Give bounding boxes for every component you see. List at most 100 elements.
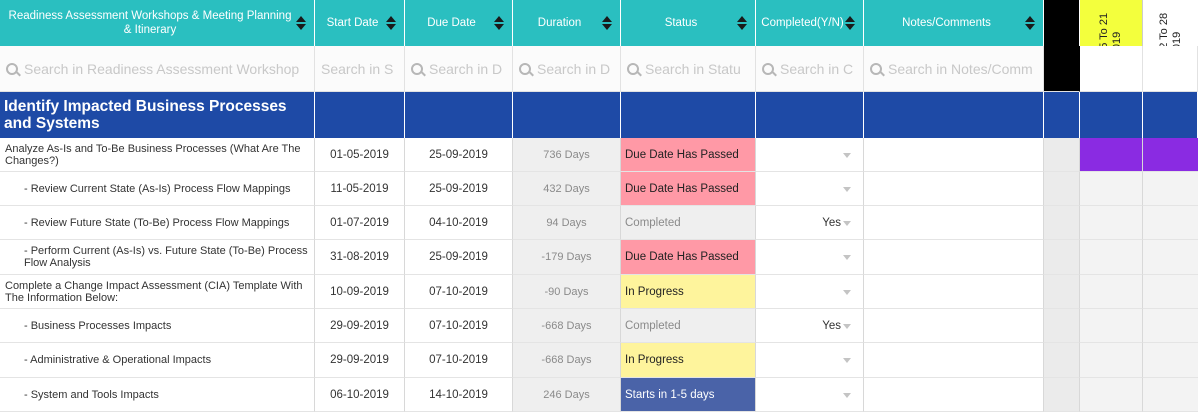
sort-icon[interactable] (1025, 16, 1035, 30)
completed-dropdown[interactable] (756, 138, 864, 172)
table-row[interactable]: - Review Future State (To-Be) Process Fl… (0, 206, 1198, 240)
column-header-duration[interactable]: Duration (513, 0, 621, 46)
start-date-cell[interactable]: 01-07-2019 (315, 206, 405, 240)
group-row[interactable]: Identify Impacted Business Processes and… (0, 92, 1198, 138)
start-date-cell[interactable]: 01-05-2019 (315, 138, 405, 172)
start-date-cell[interactable]: 31-08-2019 (315, 240, 405, 275)
due-date-cell[interactable]: 07-10-2019 (405, 275, 513, 309)
search-input-status[interactable] (645, 58, 751, 80)
start-date-cell[interactable]: 29-09-2019 (315, 343, 405, 378)
notes-cell[interactable] (864, 172, 1044, 206)
notes-cell[interactable] (864, 206, 1044, 240)
chevron-down-icon[interactable] (843, 186, 851, 192)
notes-cell[interactable] (864, 138, 1044, 172)
start-date: 06-10-2019 (330, 388, 389, 401)
table-row[interactable]: - Review Current State (As-Is) Process F… (0, 172, 1198, 206)
due-date-cell[interactable]: 07-10-2019 (405, 343, 513, 378)
status-cell[interactable]: Due Date Has Passed (621, 172, 756, 206)
search-input-duration[interactable] (537, 58, 616, 80)
gantt-cell-week-2 (1143, 206, 1198, 240)
sort-icon[interactable] (845, 16, 855, 30)
chevron-down-icon[interactable] (843, 323, 851, 329)
gantt-spacer-cell (1044, 275, 1080, 309)
chevron-down-icon[interactable] (843, 220, 851, 226)
due-date-cell[interactable]: 07-10-2019 (405, 309, 513, 343)
table-row[interactable]: - Business Processes Impacts 29-09-2019 07… (0, 309, 1198, 343)
sort-icon[interactable] (386, 16, 396, 30)
notes-cell[interactable] (864, 240, 1044, 275)
due-date-cell[interactable]: 04-10-2019 (405, 206, 513, 240)
notes-cell[interactable] (864, 378, 1044, 412)
completed-dropdown[interactable] (756, 172, 864, 206)
completed-dropdown[interactable]: Yes (756, 309, 864, 343)
notes-cell[interactable] (864, 275, 1044, 309)
status-badge: Completed (625, 216, 681, 229)
completed-dropdown[interactable]: Yes (756, 206, 864, 240)
status-cell[interactable]: Completed (621, 309, 756, 343)
table-row[interactable]: - Administrative & Operational Impacts 29… (0, 343, 1198, 378)
column-header-due-date[interactable]: Due Date (405, 0, 513, 46)
due-date-cell[interactable]: 25-09-2019 (405, 240, 513, 275)
completed-dropdown[interactable] (756, 240, 864, 275)
start-date-cell[interactable]: 10-09-2019 (315, 275, 405, 309)
search-input-completed[interactable] (780, 58, 859, 80)
sort-icon[interactable] (296, 16, 306, 30)
chevron-down-icon[interactable] (843, 358, 851, 363)
due-date-cell[interactable]: 14-10-2019 (405, 378, 513, 412)
search-input-due-date[interactable] (429, 58, 508, 80)
column-header-status[interactable]: Status (621, 0, 756, 46)
column-header-label: Notes/Comments (902, 17, 991, 29)
column-header-label: Due Date (427, 17, 476, 29)
status-cell[interactable]: In Progress (621, 275, 756, 309)
chevron-down-icon[interactable] (843, 255, 851, 260)
start-date-cell[interactable]: 11-05-2019 (315, 172, 405, 206)
duration-cell: 94 Days (513, 206, 621, 240)
search-input-task[interactable] (24, 58, 310, 80)
status-cell[interactable]: Due Date Has Passed (621, 138, 756, 172)
column-header-task[interactable]: Readiness Assessment Workshops & Meeting… (0, 0, 315, 46)
chevron-down-icon[interactable] (843, 289, 851, 295)
column-header-label: Readiness Assessment Workshops & Meeting… (8, 10, 292, 36)
search-cell-due-date (405, 46, 513, 92)
table-row[interactable]: - System and Tools Impacts 06-10-2019 14-1… (0, 378, 1198, 412)
column-header-completed[interactable]: Completed(Y/N) (756, 0, 864, 46)
status-cell[interactable]: Starts in 1-5 days (621, 378, 756, 412)
completed-dropdown[interactable] (756, 343, 864, 378)
search-input-start-date[interactable] (321, 58, 401, 80)
sort-icon[interactable] (494, 16, 504, 30)
sort-icon[interactable] (602, 16, 612, 30)
search-input-notes[interactable] (888, 58, 1039, 80)
task-name-cell[interactable]: - Business Processes Impacts (0, 309, 315, 343)
sort-icon[interactable] (737, 16, 747, 30)
due-date-cell[interactable]: 25-09-2019 (405, 138, 513, 172)
task-name: Analyze As-Is and To-Be Business Process… (5, 142, 301, 167)
table-row[interactable]: Complete a Change Impact Assessment (CIA… (0, 275, 1198, 309)
start-date-cell[interactable]: 06-10-2019 (315, 378, 405, 412)
chevron-down-icon[interactable] (843, 152, 851, 158)
task-name-cell[interactable]: Complete a Change Impact Assessment (CIA… (0, 275, 315, 309)
gantt-cell-week-2 (1143, 275, 1198, 309)
task-name-cell[interactable]: - Administrative & Operational Impacts (0, 343, 315, 378)
task-name-cell[interactable]: - Perform Current (As-Is) vs. Future Sta… (0, 240, 315, 275)
status-cell[interactable]: Due Date Has Passed (621, 240, 756, 275)
table-row[interactable]: - Perform Current (As-Is) vs. Future Sta… (0, 240, 1198, 275)
chevron-down-icon[interactable] (843, 392, 851, 398)
task-name-cell[interactable]: - Review Current State (As-Is) Process F… (0, 172, 315, 206)
status-cell[interactable]: Completed (621, 206, 756, 240)
notes-cell[interactable] (864, 343, 1044, 378)
table-row[interactable]: Analyze As-Is and To-Be Business Process… (0, 138, 1198, 172)
task-name-cell[interactable]: - Review Future State (To-Be) Process Fl… (0, 206, 315, 240)
completed-dropdown[interactable] (756, 275, 864, 309)
task-name-cell[interactable]: Analyze As-Is and To-Be Business Process… (0, 138, 315, 172)
group-title-cell[interactable]: Identify Impacted Business Processes and… (0, 92, 315, 138)
column-header-start-date[interactable]: Start Date (315, 0, 405, 46)
notes-cell[interactable] (864, 309, 1044, 343)
due-date-cell[interactable]: 25-09-2019 (405, 172, 513, 206)
status-badge: Completed (625, 319, 681, 332)
start-date-cell[interactable]: 29-09-2019 (315, 309, 405, 343)
task-name-cell[interactable]: - System and Tools Impacts (0, 378, 315, 412)
column-header-notes[interactable]: Notes/Comments (864, 0, 1044, 46)
duration-value: 432 Days (543, 182, 590, 195)
status-cell[interactable]: In Progress (621, 343, 756, 378)
completed-dropdown[interactable] (756, 378, 864, 412)
